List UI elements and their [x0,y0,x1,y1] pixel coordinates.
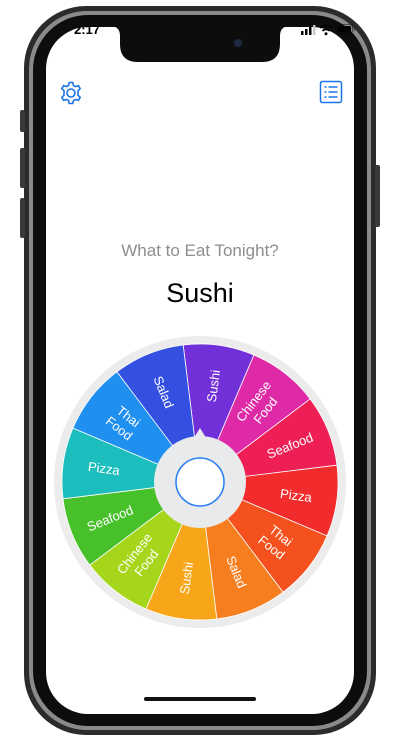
phone-screen: 2:17 What to Eat Tonight? Sushi Sushi Ch… [0,0,400,741]
spin-button[interactable] [175,457,225,507]
home-indicator [144,697,256,701]
spin-wheel[interactable]: Sushi ChineseFoodSeafoodPizzaThaiFoodSala… [0,0,400,741]
